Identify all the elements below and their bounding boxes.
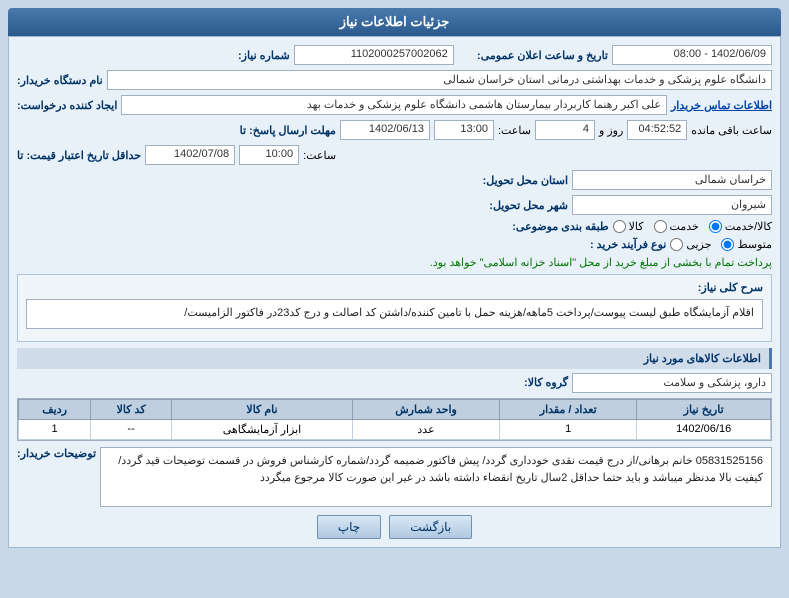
shomara-value: 1102000257002062 xyxy=(294,45,454,65)
page-header: جزئیات اطلاعات نیاز xyxy=(8,8,781,36)
radio-khedmat-label: خدمت xyxy=(670,220,699,233)
shahr-label: شهر محل تحویل: xyxy=(489,199,568,212)
haddaghal-date-value: 1402/07/08 xyxy=(145,145,235,165)
sarh-label: سرح کلی نیاز: xyxy=(693,281,763,294)
cell-tedad: 1 xyxy=(500,419,637,439)
ijad-value: علی اکبر رهنما کاربردار بیمارستان هاشمی … xyxy=(121,95,667,115)
tarikh-value: 1402/06/09 - 08:00 xyxy=(612,45,772,65)
radio-jozi: جزیی xyxy=(670,238,711,251)
pardakht-row: پرداخت تمام با بخشی از مبلغ خرید از محل … xyxy=(17,256,772,269)
sarh-value: اقلام آزمایشگاه طبق لیست پیوست/پرداخت 5م… xyxy=(26,299,763,329)
ostan-value: خراسان شمالی xyxy=(572,170,772,190)
col-tarikh: تاریخ نیاز xyxy=(637,399,771,419)
haddaghal-time-value: 10:00 xyxy=(239,145,299,165)
shomara-row: 1402/06/09 - 08:00 تاریخ و ساعت اعلان عم… xyxy=(17,45,772,65)
ostan-row: خراسان شمالی استان محل تحویل: xyxy=(17,170,772,190)
cell-vahed: عدد xyxy=(353,419,500,439)
mohlat-time-value: 13:00 xyxy=(434,120,494,140)
button-row: بازگشت چاپ xyxy=(17,515,772,539)
mohlat-row: ساعت باقی مانده 04:52:52 روز و 4 ساعت: 1… xyxy=(17,120,772,140)
dastgah-value: دانشگاه علوم پزشکی و خدمات بهداشتی درمان… xyxy=(107,70,772,90)
radio-motavaset-label: متوسط xyxy=(737,238,772,251)
radio-kala-khedmat-label: کالا/خدمت xyxy=(725,220,772,233)
goroh-label: گروه کالا: xyxy=(524,376,568,389)
haddaghal-row: ساعت: 10:00 1402/07/08 حداقل تاریخ اعتبا… xyxy=(17,145,772,165)
description-text: 05831525156 خانم برهانی/از درج قیمت نقدی… xyxy=(100,447,772,507)
ijad-row: اطلاعات تماس خریدار علی اکبر رهنما کاربر… xyxy=(17,95,772,115)
tarikh-label: تاریخ و ساعت اعلان عمومی: xyxy=(477,49,608,62)
cell-tarikh: 1402/06/16 xyxy=(637,419,771,439)
radio-kala-khedmat-input[interactable] xyxy=(709,220,722,233)
noe-row: متوسط جزیی نوع فرآیند خرید : xyxy=(17,238,772,251)
countdown-value: 04:52:52 xyxy=(627,120,687,140)
ettelaat-title: اطلاعات کالاهای مورد نیاز xyxy=(17,348,772,369)
noe-radio-group: متوسط جزیی xyxy=(670,238,772,251)
back-button[interactable]: بازگشت xyxy=(389,515,472,539)
col-kod: کد کالا xyxy=(91,399,172,419)
radio-motavaset: متوسط xyxy=(721,238,772,251)
phone-label: توضیحات خریدار: xyxy=(17,447,96,460)
remaining-row: ساعت باقی مانده 04:52:52 روز و 4 ساعت: 1… xyxy=(340,120,772,140)
radio-kala-khedmat: کالا/خدمت xyxy=(709,220,772,233)
items-table-container: تاریخ نیاز تعداد / مقدار واحد شمارش نام … xyxy=(17,398,772,441)
sarh-row: سرح کلی نیاز: xyxy=(26,281,763,294)
tabaghe-row: کالا/خدمت خدمت کالا طبقه بندی موضوعی: xyxy=(17,220,772,233)
col-tedad: تعداد / مقدار xyxy=(500,399,637,419)
sarh-section: سرح کلی نیاز: اقلام آزمایشگاه طبق لیست پ… xyxy=(17,274,772,342)
tabaghe-label: طبقه بندی موضوعی: xyxy=(512,220,608,233)
ostan-label: استان محل تحویل: xyxy=(483,174,568,187)
radio-jozi-input[interactable] xyxy=(670,238,683,251)
radio-kala-label: کالا xyxy=(629,220,644,233)
print-button[interactable]: چاپ xyxy=(317,515,381,539)
baqi-label: ساعت باقی مانده xyxy=(691,124,772,137)
dastgah-row: دانشگاه علوم پزشکی و خدمات بهداشتی درمان… xyxy=(17,70,772,90)
haddaghal-time-label: ساعت: xyxy=(303,149,336,162)
dastgah-label: نام دستگاه خریدار: xyxy=(17,74,103,87)
radio-khedmat-input[interactable] xyxy=(654,220,667,233)
goroh-value: دارو، پزشکی و سلامت xyxy=(572,373,772,393)
items-table: تاریخ نیاز تعداد / مقدار واحد شمارش نام … xyxy=(18,399,771,440)
shomara-label: شماره نیاز: xyxy=(238,49,290,62)
pardakht-text: پرداخت تمام با بخشی از مبلغ خرید از محل … xyxy=(430,256,772,269)
col-name: نام کالا xyxy=(171,399,352,419)
ijad-label: ایجاد کننده درخواست: xyxy=(17,99,117,112)
radio-jozi-label: جزیی xyxy=(686,238,711,251)
description-row: 05831525156 خانم برهانی/از درج قیمت نقدی… xyxy=(17,447,772,507)
haddaghal-label: حداقل تاریخ اعتبار قیمت: تا xyxy=(17,149,141,162)
roz-label: روز و xyxy=(599,124,623,137)
mohlat-label: مهلت ارسال پاسخ: تا xyxy=(240,124,336,137)
radio-khedmat: خدمت xyxy=(654,220,699,233)
main-container: جزئیات اطلاعات نیاز 1402/06/09 - 08:00 ت… xyxy=(0,0,789,556)
shahr-value: شیروان xyxy=(572,195,772,215)
mohlat-date-value: 1402/06/13 xyxy=(340,120,430,140)
table-row: 1402/06/16 1 عدد ابزار آزمایشگاهی -- 1 xyxy=(19,419,771,439)
roz-value: 4 xyxy=(535,120,595,140)
cell-kod: -- xyxy=(91,419,172,439)
goroh-row: دارو، پزشکی و سلامت گروه کالا: xyxy=(17,373,772,393)
col-vahed: واحد شمارش xyxy=(353,399,500,419)
col-radif: ردیف xyxy=(19,399,91,419)
mohlat-time-label: ساعت: xyxy=(498,124,531,137)
cell-name: ابزار آزمایشگاهی xyxy=(171,419,352,439)
content-area: 1402/06/09 - 08:00 تاریخ و ساعت اعلان عم… xyxy=(8,36,781,548)
tabaghe-radio-group: کالا/خدمت خدمت کالا xyxy=(613,220,772,233)
radio-kala: کالا xyxy=(613,220,644,233)
shahr-row: شیروان شهر محل تحویل: xyxy=(17,195,772,215)
radio-motavaset-input[interactable] xyxy=(721,238,734,251)
radio-kala-input[interactable] xyxy=(613,220,626,233)
cell-radif: 1 xyxy=(19,419,91,439)
page-title: جزئیات اطلاعات نیاز xyxy=(340,14,450,29)
noe-label: نوع فرآیند خرید : xyxy=(590,238,666,251)
ettelaat-link[interactable]: اطلاعات تماس خریدار xyxy=(671,99,772,112)
